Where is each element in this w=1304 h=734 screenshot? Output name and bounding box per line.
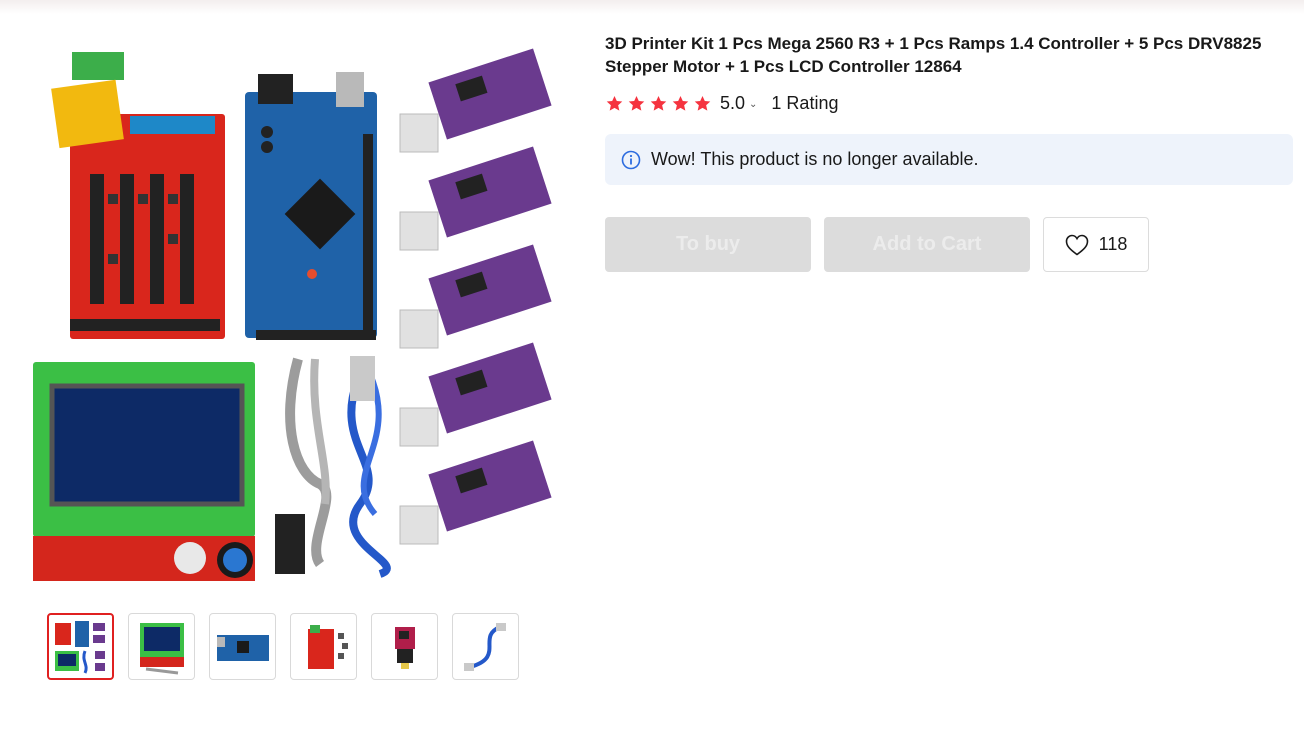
drv8825-drivers-illustration (399, 48, 552, 545)
wishlist-button[interactable]: 118 (1043, 217, 1149, 272)
thumbnail-drv8825-driver[interactable] (371, 613, 438, 680)
mega-board-illustration (245, 72, 377, 340)
cables-illustration (275, 356, 391, 578)
star-icon (650, 95, 667, 111)
star-icon (694, 95, 711, 111)
header-shadow (0, 0, 1304, 14)
star-icon (672, 95, 689, 111)
thumbnail-ramps-board[interactable] (290, 613, 357, 680)
star-icon (606, 95, 623, 111)
thumbnail-mega-2560-board[interactable] (209, 613, 276, 680)
main-product-image[interactable] (30, 44, 554, 584)
rating-stars (605, 94, 712, 113)
rating-score[interactable]: 5.0 (720, 93, 745, 114)
thumbnail-strip (47, 613, 519, 680)
thumbnail-image (216, 634, 269, 661)
product-title: 3D Printer Kit 1 Pcs Mega 2560 R3 + 1 Pc… (605, 34, 1262, 76)
wishlist-count: 118 (1098, 234, 1128, 254)
thumbnail-lcd-controller[interactable] (128, 613, 195, 680)
thumbnail-image (463, 622, 506, 671)
add-to-cart-button[interactable]: Add to Cart (824, 217, 1030, 272)
product-photo (33, 48, 552, 581)
ramps-board-illustration (51, 52, 225, 339)
thumbnail-kit-overview[interactable] (47, 613, 114, 680)
chevron-down-icon[interactable]: ⌄ (749, 99, 757, 110)
rating-count-link[interactable]: 1 Rating (771, 93, 838, 114)
buy-button[interactable]: To buy (605, 217, 811, 272)
thumbnail-image (139, 622, 184, 674)
notice-text: Wow! This product is no longer available… (651, 149, 979, 169)
star-icon (628, 95, 645, 111)
rating-summary[interactable]: 5.0 ⌄ 1 Rating (605, 91, 838, 115)
lcd-controller-illustration (33, 362, 255, 581)
unavailable-notice: Wow! This product is no longer available… (605, 134, 1293, 185)
thumbnail-image (394, 626, 415, 669)
heart-icon (1065, 234, 1088, 255)
thumbnail-usb-cable[interactable] (452, 613, 519, 680)
thumbnail-image (54, 620, 105, 674)
thumbnail-image (307, 624, 348, 669)
info-icon (621, 150, 641, 169)
